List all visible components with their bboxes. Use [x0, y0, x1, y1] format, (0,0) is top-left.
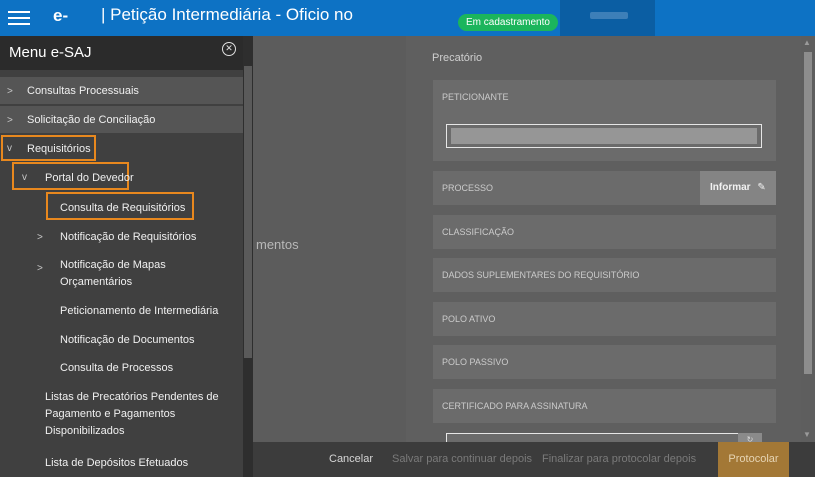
- menu-item-solicitacao-conciliacao[interactable]: Solicitação de Conciliação: [27, 114, 155, 126]
- menu-item-consulta-requisitorios[interactable]: Consulta de Requisitórios: [60, 202, 185, 214]
- peticionante-header[interactable]: PETICIONANTE: [433, 80, 776, 114]
- protocolar-button[interactable]: Protocolar: [718, 442, 789, 477]
- brand-logo: e-: [53, 6, 69, 25]
- sidebar-title: Menu e-SAJ: [9, 44, 92, 61]
- save-later-button[interactable]: Salvar para continuar depois: [392, 442, 532, 477]
- menu-item-lista-depositos[interactable]: Lista de Depósitos Efetuados: [45, 457, 188, 469]
- peticionante-select[interactable]: [446, 124, 762, 148]
- chevron-right-icon: >: [37, 232, 43, 243]
- informar-label: Informar: [710, 182, 751, 193]
- polo-passivo-header[interactable]: POLO PASSIVO: [433, 345, 776, 379]
- pencil-icon: ✎: [757, 182, 766, 193]
- polo-ativo-header[interactable]: POLO ATIVO: [433, 302, 776, 336]
- section-title: Precatório: [432, 52, 483, 64]
- certificado-header[interactable]: CERTIFICADO PARA ASSINATURA: [433, 389, 776, 423]
- hamburger-menu-icon[interactable]: [0, 0, 40, 36]
- classificacao-header[interactable]: CLASSIFICAÇÃO: [433, 215, 776, 249]
- menu-item-listas-precatorios[interactable]: Listas de Precatórios Pendentes de Pagam…: [45, 389, 230, 440]
- chevron-right-icon: >: [37, 263, 43, 274]
- user-name-blurred: [590, 12, 628, 19]
- cancel-button[interactable]: Cancelar: [329, 442, 373, 477]
- dados-suplementares-header[interactable]: DADOS SUPLEMENTARES DO REQUISITÓRIO: [433, 258, 776, 292]
- page-title: | Petição Intermediária - Oficio no: [101, 5, 353, 24]
- menu-item-portal-devedor[interactable]: Portal do Devedor: [45, 172, 134, 184]
- partial-label: mentos: [256, 237, 299, 252]
- informar-button[interactable]: Informar ✎: [700, 171, 776, 205]
- page-scrollbar-thumb[interactable]: [804, 52, 812, 374]
- chevron-down-icon: v: [7, 143, 12, 154]
- peticionante-value-blurred: [451, 128, 757, 144]
- status-badge: Em cadastramento: [458, 14, 558, 31]
- close-icon[interactable]: ✕: [222, 42, 236, 56]
- menu-item-consultas-processuais[interactable]: Consultas Processuais: [27, 85, 139, 97]
- menu-item-notificacao-documentos[interactable]: Notificação de Documentos: [60, 334, 195, 346]
- finalize-later-button[interactable]: Finalizar para protocolar depois: [542, 442, 696, 477]
- scroll-up-icon[interactable]: ▲: [803, 38, 811, 47]
- menu-item-notificacao-mapas[interactable]: Notificação de Mapas Orçamentários: [60, 257, 190, 291]
- menu-item-requisitorios[interactable]: Requisitórios: [27, 143, 91, 155]
- menu-item-consulta-processos[interactable]: Consulta de Processos: [60, 362, 173, 374]
- chevron-right-icon: >: [7, 115, 13, 126]
- menu-item-peticionamento-intermediaria[interactable]: Peticionamento de Intermediária: [60, 305, 218, 317]
- scroll-down-icon[interactable]: ▼: [803, 430, 811, 439]
- chevron-down-icon: v: [22, 172, 27, 183]
- chevron-right-icon: >: [7, 86, 13, 97]
- menu-item-notificacao-requisitorios[interactable]: Notificação de Requisitórios: [60, 231, 196, 243]
- sidebar-scrollbar-thumb[interactable]: [244, 66, 252, 358]
